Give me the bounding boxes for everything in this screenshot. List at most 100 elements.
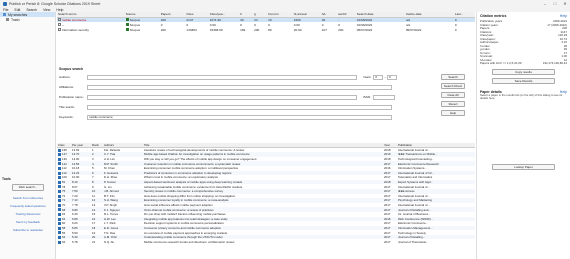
tree-item-trash[interactable]: Trash <box>0 17 55 22</box>
result-per-year: 6.80 <box>72 207 78 212</box>
result-authors: V.P. Singh <box>104 203 118 208</box>
result-per-year: 13.70 <box>72 152 80 157</box>
link-training-resources[interactable]: Training Resources <box>2 212 54 216</box>
row-checkbox[interactable] <box>58 231 61 235</box>
link-send-feedback[interactable]: Send my feedback <box>2 220 54 224</box>
row-checkbox[interactable] <box>58 180 61 184</box>
close-button[interactable]: ✕ <box>560 1 570 6</box>
metrics-header: Citation metrics Help <box>480 14 567 18</box>
row-checkbox[interactable] <box>58 203 61 207</box>
title-words-field[interactable] <box>87 104 392 110</box>
copy-results-button[interactable]: Copy results <box>492 68 555 75</box>
result-publication: Technological Forecasting... <box>398 157 434 162</box>
metrics-list: Publication years: 2006-2024 Citation year… <box>480 19 567 66</box>
link-search-from-references[interactable]: Search from references <box>2 196 54 200</box>
search-row[interactable]: Information security Scopus 200 133803 1… <box>57 27 475 32</box>
row-checkbox[interactable] <box>58 153 61 157</box>
result-per-year: 13.00 <box>72 157 80 162</box>
row-checkbox[interactable] <box>58 18 61 22</box>
result-rank: 21 <box>92 239 96 244</box>
row-checkbox[interactable] <box>58 194 61 198</box>
menu-edit[interactable]: Edit <box>14 8 20 12</box>
result-title: Consumer privacy concerns and mobile com… <box>144 225 221 230</box>
search-hinorm: 89 <box>268 27 272 32</box>
clear-all-button[interactable]: Clear All <box>441 92 465 98</box>
menu-help[interactable]: Help <box>56 8 63 12</box>
minimize-button[interactable]: – <box>540 1 550 6</box>
search-cites-year: 15398.00 <box>209 27 223 32</box>
publication-label: Publication name: <box>59 95 84 99</box>
result-cites: 71 <box>62 198 66 203</box>
row-checkbox[interactable] <box>58 189 61 193</box>
result-year: 2018 <box>384 157 391 162</box>
year-to-field[interactable]: 0 <box>387 74 398 80</box>
table-row[interactable]: 52 5.78 21 N.Q. Ali Mobile commerce research… <box>57 239 475 244</box>
result-per-year: 6.00 <box>72 221 78 226</box>
search-direct-button[interactable]: Search Direct <box>441 83 465 89</box>
year-dash: – <box>384 75 387 79</box>
result-authors: M.P. Smith <box>104 161 118 166</box>
authors-field[interactable] <box>87 74 357 80</box>
result-rank: 7 <box>92 175 94 180</box>
row-checkbox[interactable] <box>58 171 61 175</box>
result-title: Achieving sustainable mobile commerce: e… <box>144 184 243 189</box>
row-checkbox[interactable] <box>58 240 61 244</box>
row-checkbox[interactable] <box>58 162 61 166</box>
metrics-help-link[interactable]: Help <box>560 14 567 18</box>
result-per-year: 8.67 <box>72 184 78 189</box>
row-checkbox[interactable] <box>58 217 61 221</box>
help-button[interactable]: Help <box>441 110 465 116</box>
result-title: Do you shop with mobile? Factors influen… <box>144 212 226 217</box>
row-checkbox[interactable] <box>58 23 61 27</box>
result-cites: 130 <box>62 157 67 162</box>
lookup-paper-button[interactable]: Lookup Paper <box>492 164 555 171</box>
affiliations-field[interactable] <box>87 84 392 90</box>
result-authors: E.R. Jones <box>104 225 119 230</box>
menu-search[interactable]: Search <box>26 8 37 12</box>
result-rank: 3 <box>92 157 94 162</box>
issn-label: ISSN: <box>363 95 371 99</box>
maximize-button[interactable]: □ <box>550 1 560 6</box>
result-cites: 81 <box>62 180 66 185</box>
row-checkbox[interactable] <box>58 167 61 170</box>
row-checkbox[interactable] <box>58 157 61 161</box>
row-checkbox[interactable] <box>58 235 61 239</box>
link-faq[interactable]: Frequently asked questions <box>2 204 54 208</box>
search-button[interactable]: Search <box>441 74 465 80</box>
result-cites: 122 <box>62 161 67 166</box>
result-authors: J.B. Ahmed <box>104 189 119 194</box>
result-cites: 64 <box>62 212 66 217</box>
row-checkbox[interactable] <box>58 185 61 189</box>
menu-view[interactable]: View <box>43 8 50 12</box>
link-subscribe-newsletter[interactable]: Subscribe to newsletter <box>2 228 54 232</box>
right-panel: Citation metrics Help Publication years:… <box>476 12 570 259</box>
row-checkbox[interactable] <box>58 148 61 152</box>
publication-field[interactable] <box>87 94 357 100</box>
keywords-field[interactable]: mobile commerce <box>87 114 392 120</box>
result-per-year: 7.20 <box>72 193 78 198</box>
row-checkbox[interactable] <box>58 176 61 180</box>
result-per-year: 10.00 <box>72 175 80 180</box>
row-checkbox[interactable] <box>58 208 61 212</box>
save-results-button[interactable]: Save Results <box>492 77 555 84</box>
row-checkbox[interactable] <box>58 226 61 230</box>
row-checkbox[interactable] <box>58 222 61 226</box>
keywords-row: Keywords: mobile commerce <box>59 114 392 120</box>
menu-file[interactable]: File <box>3 8 8 12</box>
result-publication: Information Management... <box>398 225 433 230</box>
result-title: Aspect-based sentiment analysis of mobil… <box>144 180 243 185</box>
row-checkbox[interactable] <box>58 28 61 32</box>
year-from-field[interactable]: 0 <box>373 74 384 80</box>
results-grid: Cites Per year Rank Authors Title Year P… <box>57 143 475 244</box>
result-rank: 18 <box>92 225 96 230</box>
row-checkbox[interactable] <box>58 212 61 216</box>
result-publication: Technology in Society <box>398 230 426 235</box>
scopus-icon <box>125 28 129 32</box>
result-per-year: 5.80 <box>72 225 78 230</box>
web-search-button[interactable]: Web search... <box>12 184 44 191</box>
result-title: Mobile app-based chatbot: An investigati… <box>144 152 250 157</box>
row-checkbox[interactable] <box>58 199 61 203</box>
revert-button[interactable]: Revert <box>441 101 465 107</box>
issn-field[interactable] <box>372 94 395 100</box>
result-rank: 19 <box>92 230 96 235</box>
